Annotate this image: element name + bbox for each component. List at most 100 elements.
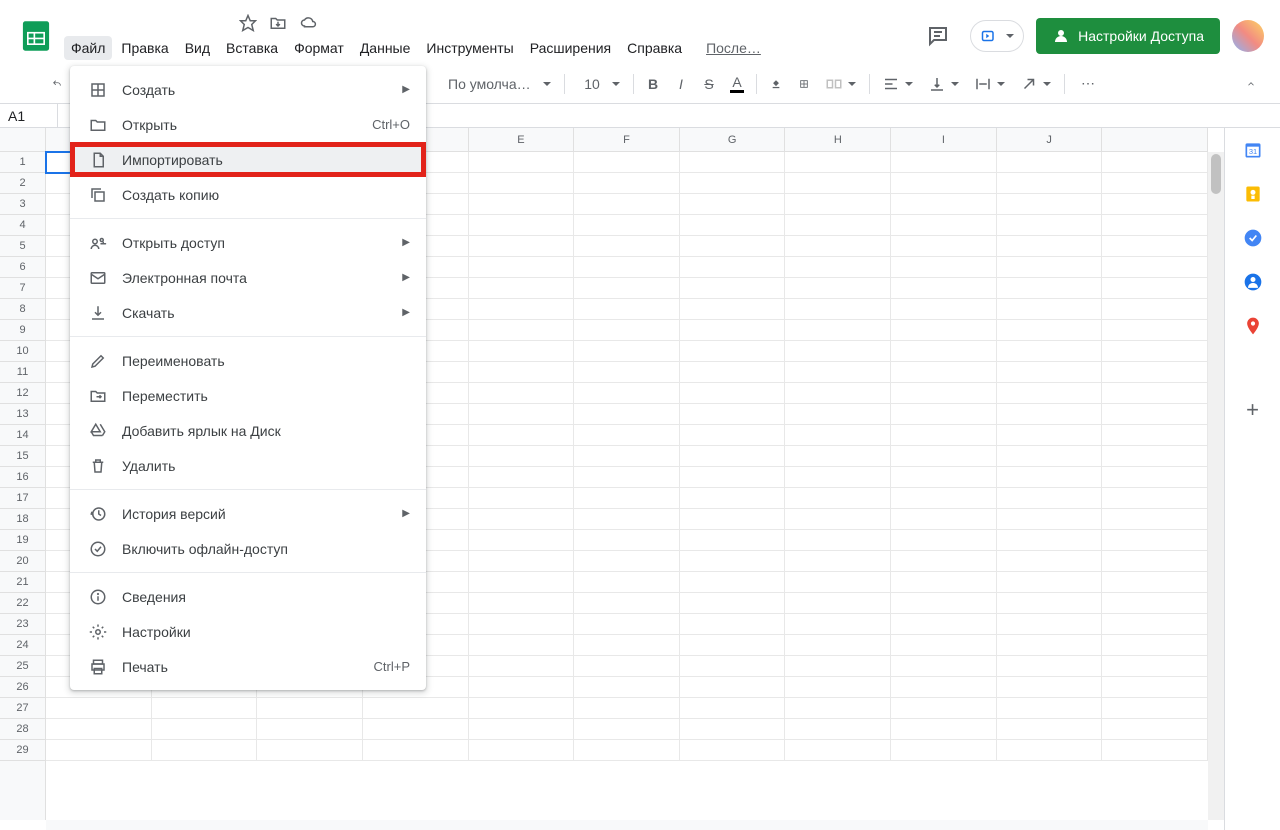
cell[interactable] xyxy=(891,152,997,173)
cell[interactable] xyxy=(891,299,997,320)
sheets-logo[interactable] xyxy=(16,16,56,56)
cell[interactable] xyxy=(785,677,891,698)
cell[interactable] xyxy=(1102,173,1208,194)
cell[interactable] xyxy=(1102,278,1208,299)
cell[interactable] xyxy=(785,341,891,362)
cell[interactable] xyxy=(680,425,786,446)
menu-item-plus-grid[interactable]: Создать▶ xyxy=(70,72,426,107)
cell[interactable] xyxy=(891,362,997,383)
cloud-icon[interactable] xyxy=(299,14,319,32)
cell[interactable] xyxy=(997,509,1103,530)
cell[interactable] xyxy=(997,320,1103,341)
cell[interactable] xyxy=(997,593,1103,614)
text-color-button[interactable]: A xyxy=(724,71,750,97)
cell[interactable] xyxy=(680,719,786,740)
cell[interactable] xyxy=(574,677,680,698)
cell[interactable] xyxy=(997,278,1103,299)
column-header[interactable] xyxy=(1102,128,1208,151)
cell[interactable] xyxy=(997,299,1103,320)
cell[interactable] xyxy=(680,236,786,257)
cell[interactable] xyxy=(46,719,152,740)
row-header[interactable]: 24 xyxy=(0,635,45,656)
cell[interactable] xyxy=(1102,740,1208,761)
menu-extensions[interactable]: Расширения xyxy=(523,36,618,60)
cell[interactable] xyxy=(997,152,1103,173)
cell[interactable] xyxy=(785,740,891,761)
cell[interactable] xyxy=(469,194,575,215)
cell[interactable] xyxy=(680,593,786,614)
cell[interactable] xyxy=(891,320,997,341)
row-header[interactable]: 28 xyxy=(0,719,45,740)
cell[interactable] xyxy=(469,593,575,614)
cell[interactable] xyxy=(891,236,997,257)
cell[interactable] xyxy=(997,656,1103,677)
cell[interactable] xyxy=(891,383,997,404)
cell[interactable] xyxy=(997,236,1103,257)
cell[interactable] xyxy=(891,677,997,698)
column-header[interactable]: G xyxy=(680,128,786,151)
cell[interactable] xyxy=(574,425,680,446)
cell[interactable] xyxy=(891,593,997,614)
cell[interactable] xyxy=(680,656,786,677)
row-header[interactable]: 3 xyxy=(0,194,45,215)
menu-item-copy[interactable]: Создать копию xyxy=(70,177,426,212)
cell[interactable] xyxy=(680,551,786,572)
account-avatar[interactable] xyxy=(1232,20,1264,52)
cell[interactable] xyxy=(891,425,997,446)
cell[interactable] xyxy=(891,341,997,362)
cell[interactable] xyxy=(574,530,680,551)
cell[interactable] xyxy=(469,257,575,278)
collapse-toolbar-button[interactable] xyxy=(1238,71,1264,97)
cell[interactable] xyxy=(1102,698,1208,719)
column-header[interactable]: J xyxy=(997,128,1103,151)
cell[interactable] xyxy=(1102,656,1208,677)
cell[interactable] xyxy=(1102,320,1208,341)
cell[interactable] xyxy=(469,719,575,740)
cell[interactable] xyxy=(680,614,786,635)
menu-item-trash[interactable]: Удалить xyxy=(70,448,426,483)
cell[interactable] xyxy=(891,740,997,761)
menu-item-print[interactable]: ПечатьCtrl+P xyxy=(70,649,426,684)
cell[interactable] xyxy=(257,719,363,740)
fill-color-button[interactable] xyxy=(763,71,789,97)
cell[interactable] xyxy=(574,740,680,761)
menu-edit[interactable]: Правка xyxy=(114,36,175,60)
cell[interactable] xyxy=(997,446,1103,467)
cell[interactable] xyxy=(469,656,575,677)
rotate-button[interactable] xyxy=(1014,75,1058,93)
cell[interactable] xyxy=(574,467,680,488)
menu-file[interactable]: Файл xyxy=(64,36,112,60)
cell[interactable] xyxy=(1102,572,1208,593)
cell[interactable] xyxy=(469,551,575,572)
cell[interactable] xyxy=(574,299,680,320)
cell[interactable] xyxy=(469,614,575,635)
cell[interactable] xyxy=(574,173,680,194)
cell[interactable] xyxy=(785,488,891,509)
cell[interactable] xyxy=(680,173,786,194)
row-header[interactable]: 12 xyxy=(0,383,45,404)
cell[interactable] xyxy=(785,635,891,656)
cell[interactable] xyxy=(574,656,680,677)
row-header[interactable]: 26 xyxy=(0,677,45,698)
cell[interactable] xyxy=(997,614,1103,635)
h-align-button[interactable] xyxy=(876,75,920,93)
row-header[interactable]: 25 xyxy=(0,656,45,677)
cell[interactable] xyxy=(469,446,575,467)
menu-view[interactable]: Вид xyxy=(178,36,217,60)
row-header[interactable]: 27 xyxy=(0,698,45,719)
cell[interactable] xyxy=(785,236,891,257)
cell[interactable] xyxy=(574,362,680,383)
star-icon[interactable] xyxy=(239,14,257,32)
cell[interactable] xyxy=(574,614,680,635)
menu-item-settings[interactable]: Настройки xyxy=(70,614,426,649)
cell[interactable] xyxy=(997,719,1103,740)
column-header[interactable]: I xyxy=(891,128,997,151)
cell[interactable] xyxy=(469,299,575,320)
more-button[interactable]: ⋯ xyxy=(1075,71,1101,97)
cell[interactable] xyxy=(1102,677,1208,698)
cell[interactable] xyxy=(1102,215,1208,236)
cell[interactable] xyxy=(891,572,997,593)
cell[interactable] xyxy=(680,194,786,215)
cell[interactable] xyxy=(997,698,1103,719)
cell[interactable] xyxy=(574,719,680,740)
